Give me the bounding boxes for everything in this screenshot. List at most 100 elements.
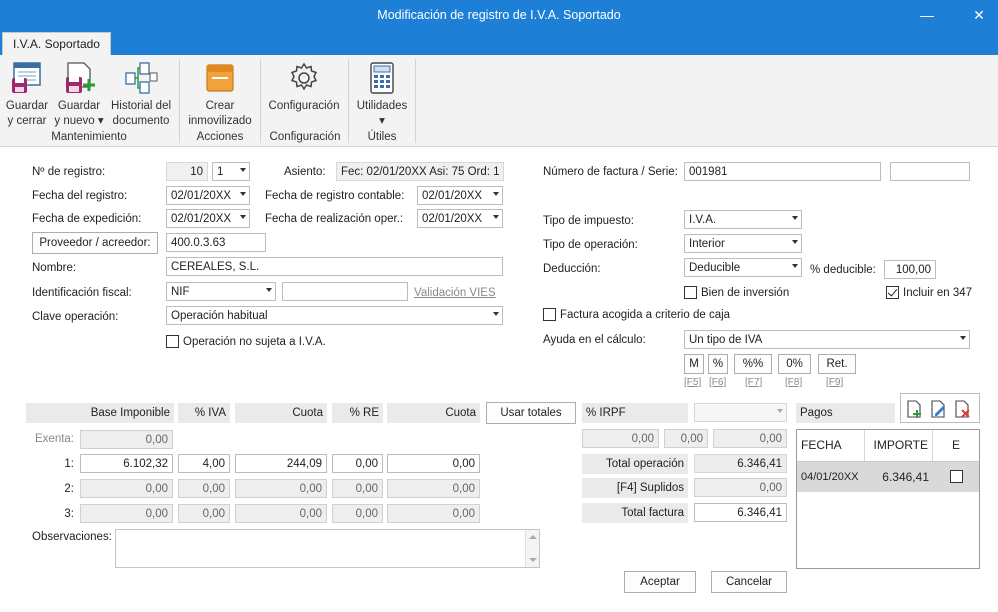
proveedor-button[interactable]: Proveedor / acreedor: <box>32 232 158 254</box>
num-registro-sub-select[interactable]: 1 <box>212 162 250 181</box>
no-sujeta-checkbox[interactable] <box>166 335 179 348</box>
num-factura-field[interactable]: 001981 <box>684 162 881 181</box>
configuration-button[interactable]: Configuración <box>264 61 344 114</box>
save-new-icon <box>66 62 95 93</box>
group-utiles: Útiles <box>367 131 397 143</box>
proveedor-field[interactable]: 400.0.3.63 <box>166 233 266 252</box>
tipo-operacion-select[interactable]: Interior <box>684 234 802 253</box>
tab-iva-soportado[interactable]: I.V.A. Soportado <box>2 32 111 55</box>
minimize-button[interactable]: — <box>914 4 940 26</box>
row-1-cuota-re-field[interactable]: 0,00 <box>387 454 480 473</box>
ayuda-calculo-select[interactable]: Un tipo de IVA <box>684 330 970 349</box>
key-hint-f6: [F6] <box>709 377 727 388</box>
new-document-icon[interactable] <box>905 399 923 419</box>
ribbon-separator <box>348 59 349 143</box>
pagos-col-fecha[interactable]: FECHA <box>797 430 865 461</box>
irpf-select[interactable] <box>694 403 787 422</box>
fecha-contable-field[interactable]: 02/01/20XX <box>417 186 503 205</box>
row-1-iva-field[interactable]: 4,00 <box>178 454 230 473</box>
cancelar-button[interactable]: Cancelar <box>711 571 787 593</box>
asiento-label: Asiento: <box>284 166 326 178</box>
utilities-dropdown-arrow: ▾ <box>379 115 385 127</box>
identificacion-tipo-select[interactable]: NIF <box>166 282 276 301</box>
row-1-cuota-field[interactable]: 244,09 <box>235 454 327 473</box>
header-pct-iva: % IVA <box>178 403 230 423</box>
pagos-col-e[interactable]: E <box>933 430 979 461</box>
close-button[interactable]: ✕ <box>966 4 992 26</box>
total-operacion-label: Total operación <box>582 454 688 474</box>
save-close-button[interactable]: Guardar y cerrar <box>4 61 50 129</box>
delete-document-icon[interactable] <box>953 399 971 419</box>
save-new-label-2: y nuevo ▾ <box>54 115 104 127</box>
row-2-cuota-field[interactable]: 0,00 <box>235 479 327 498</box>
deduccion-select[interactable]: Deducible <box>684 258 802 277</box>
fecha-registro-field[interactable]: 02/01/20XX <box>166 186 250 205</box>
pagos-header-row: FECHA IMPORTE E <box>797 430 979 462</box>
create-asset-button[interactable]: Crear inmovilizado <box>186 61 254 129</box>
bien-inversion-checkbox[interactable] <box>684 286 697 299</box>
calc-pctpct-button[interactable]: %% <box>734 354 772 374</box>
pagos-col-importe[interactable]: IMPORTE <box>865 430 933 461</box>
irpf-pct-field[interactable]: 0,00 <box>582 429 659 448</box>
nombre-field[interactable]: CEREALES, S.L. <box>166 257 503 276</box>
fecha-realizacion-value: 02/01/20XX <box>422 213 483 225</box>
observaciones-textarea[interactable] <box>115 529 540 568</box>
scroll-up-icon[interactable] <box>529 535 537 539</box>
serie-field[interactable] <box>890 162 970 181</box>
row-2-cuota-re-field[interactable]: 0,00 <box>387 479 480 498</box>
calc-m-button[interactable]: M <box>684 354 704 374</box>
header-cuota-re: Cuota <box>387 403 480 423</box>
document-history-button[interactable]: Historial del documento <box>108 61 174 129</box>
suplidos-field[interactable]: 0,00 <box>694 478 787 497</box>
row-2-re-field[interactable]: 0,00 <box>332 479 383 498</box>
observaciones-label: Observaciones: <box>32 531 112 543</box>
num-registro-sub-value: 1 <box>217 166 224 178</box>
usar-totales-button[interactable]: Usar totales <box>486 402 576 424</box>
fecha-registro-label: Fecha del registro: <box>32 190 128 202</box>
ribbon-separator <box>260 59 261 143</box>
row-3-cuota-re-field[interactable]: 0,00 <box>387 504 480 523</box>
identificacion-field[interactable] <box>282 282 408 301</box>
incluir-347-checkbox[interactable] <box>886 286 899 299</box>
key-hint-f7: [F7] <box>745 377 763 388</box>
utilities-button[interactable]: Utilidades ▾ <box>352 61 412 129</box>
pagos-row-e-checkbox[interactable] <box>950 470 963 483</box>
observaciones-scrollbar[interactable] <box>525 530 539 567</box>
validacion-vies-link[interactable]: Validación VIES <box>414 287 496 299</box>
edit-document-icon[interactable] <box>929 399 947 419</box>
total-factura-field[interactable]: 6.346,41 <box>694 503 787 522</box>
pagos-row[interactable]: 04/01/20XX 6.346,41 <box>797 462 979 492</box>
group-configuracion: Configuración <box>269 131 341 143</box>
criterio-caja-checkbox[interactable] <box>543 308 556 321</box>
row-3-iva-field[interactable]: 0,00 <box>178 504 230 523</box>
scroll-down-icon[interactable] <box>529 558 537 562</box>
clave-operacion-select[interactable]: Operación habitual <box>166 306 503 325</box>
fecha-expedicion-field[interactable]: 02/01/20XX <box>166 209 250 228</box>
row-3-base-field[interactable]: 0,00 <box>80 504 173 523</box>
calc-zero-pct-button[interactable]: 0% <box>778 354 811 374</box>
num-registro-field[interactable]: 10 <box>166 162 208 181</box>
save-new-button[interactable]: Guardar y nuevo ▾ <box>54 61 104 129</box>
pct-deducible-field[interactable]: 100,00 <box>884 260 936 279</box>
row-1-base-field[interactable]: 6.102,32 <box>80 454 173 473</box>
exenta-field[interactable]: 0,00 <box>80 430 173 449</box>
row-2-iva-field[interactable]: 0,00 <box>178 479 230 498</box>
aceptar-button[interactable]: Aceptar <box>624 571 696 593</box>
fecha-realizacion-field[interactable]: 02/01/20XX <box>417 209 503 228</box>
pagos-row-importe: 6.346,41 <box>882 470 929 484</box>
history-label-1: Historial del <box>110 100 172 112</box>
row-3-cuota-field[interactable]: 0,00 <box>235 504 327 523</box>
tipo-impuesto-select[interactable]: I.V.A. <box>684 210 802 229</box>
clave-operacion-value: Operación habitual <box>171 310 268 322</box>
header-base-imponible: Base Imponible <box>26 403 174 423</box>
calc-pct-button[interactable]: % <box>708 354 728 374</box>
row-1-re-field[interactable]: 0,00 <box>332 454 383 473</box>
key-hint-f8: [F8] <box>785 377 803 388</box>
row-3-re-field[interactable]: 0,00 <box>332 504 383 523</box>
row-2-base-field[interactable]: 0,00 <box>80 479 173 498</box>
calc-ret-button[interactable]: Ret. <box>818 354 856 374</box>
ayuda-calculo-label: Ayuda en el cálculo: <box>543 334 646 346</box>
irpf-base-field[interactable]: 0,00 <box>664 429 708 448</box>
pagos-label: Pagos <box>796 403 895 423</box>
irpf-cuota-field[interactable]: 0,00 <box>713 429 787 448</box>
